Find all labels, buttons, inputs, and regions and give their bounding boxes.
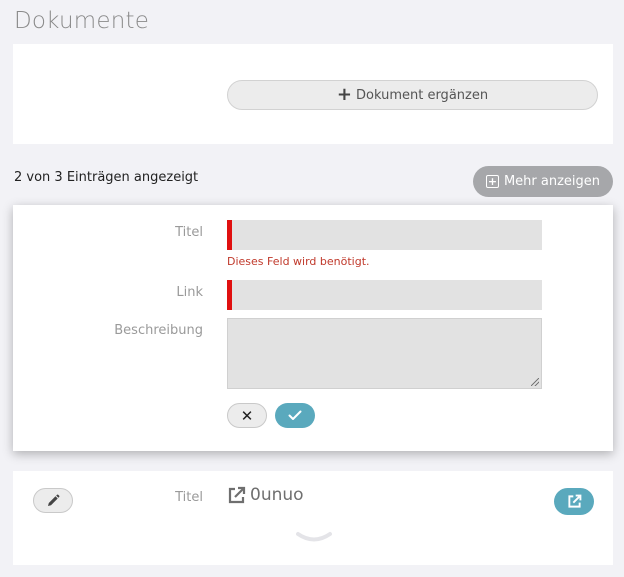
close-icon: ✕ [240, 406, 254, 425]
open-link-button[interactable] [554, 488, 594, 515]
add-document-label: Dokument ergänzen [355, 87, 489, 103]
external-link-icon [228, 486, 246, 503]
add-document-panel: + Dokument ergänzen [13, 44, 613, 144]
chevron-down-icon[interactable] [296, 531, 332, 545]
link-input[interactable] [227, 280, 542, 310]
section-title: Dokumente [14, 8, 150, 34]
link-label: Link [176, 285, 203, 300]
external-link-icon [567, 494, 581, 508]
title-label: Titel [175, 225, 203, 240]
check-icon [288, 410, 302, 420]
add-document-button[interactable]: + Dokument ergänzen [227, 80, 598, 110]
item-link[interactable]: 0unuo [227, 485, 304, 505]
description-label: Beschreibung [114, 323, 203, 338]
plus-square-icon: + [485, 175, 499, 188]
resize-grip-icon[interactable] [531, 378, 539, 386]
title-input[interactable] [227, 220, 542, 250]
confirm-button[interactable] [275, 403, 315, 428]
item-link-text: 0unuo [250, 485, 304, 505]
item-title-label: Titel [175, 490, 203, 505]
document-list-item: Titel 0unuo [13, 471, 613, 565]
show-more-button[interactable]: + Mehr anzeigen [473, 166, 613, 197]
plus-icon: + [336, 84, 352, 105]
show-more-label: Mehr anzeigen [503, 174, 601, 189]
title-error-message: Dieses Feld wird benötigt. [227, 255, 370, 268]
description-textarea[interactable] [227, 318, 542, 389]
cancel-button[interactable]: ✕ [227, 403, 267, 428]
entries-count: 2 von 3 Einträgen angezeigt [14, 170, 199, 185]
document-edit-form: Titel Dieses Feld wird benötigt. Link Be… [13, 205, 613, 451]
